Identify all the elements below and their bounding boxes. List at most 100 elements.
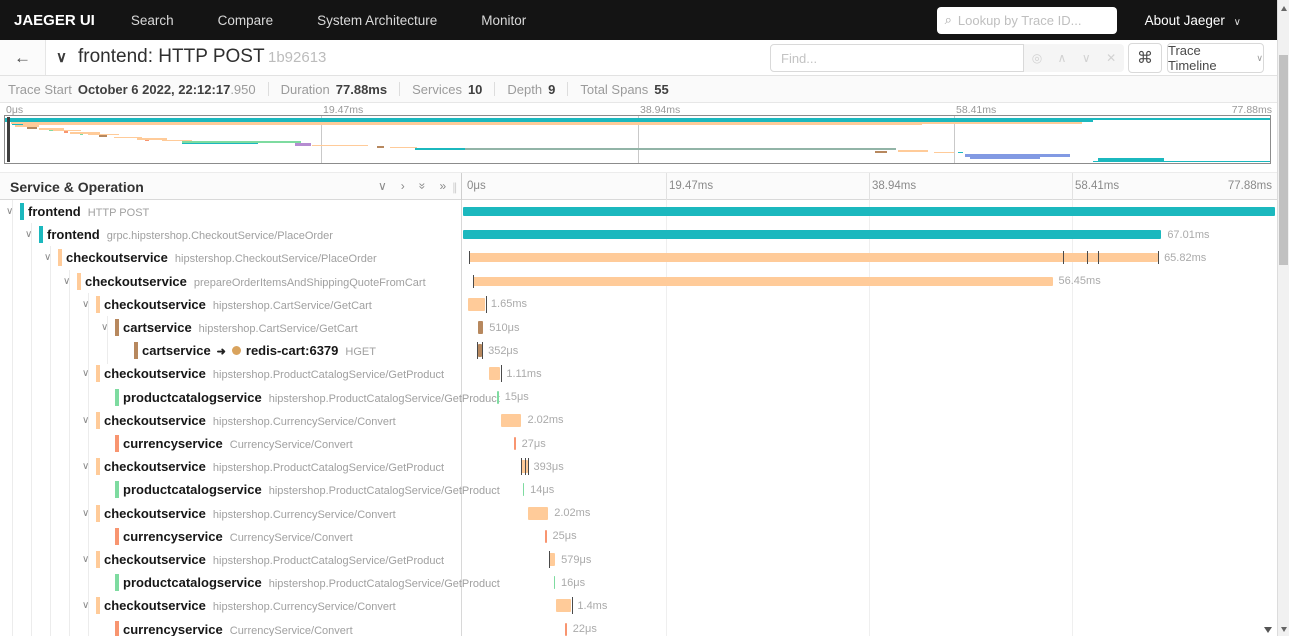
find-box[interactable] [770,44,1024,72]
service-label: checkoutservice [104,296,206,312]
collapse-all-icon[interactable]: » [415,183,429,190]
span-duration-label: 27μs [521,437,546,450]
span-row[interactable]: currencyservice CurrencyService/Convert 25… [0,525,1277,548]
nav-item-search[interactable]: Search [109,13,196,28]
scrollbar-thumb[interactable] [1279,55,1288,265]
clear-search-icon[interactable]: ✕ [1106,51,1116,65]
span-row[interactable]: ∨ checkoutservice hipstershop.CartService/… [0,293,1277,316]
about-jaeger-menu[interactable]: About Jaeger ∨ [1145,13,1241,28]
span-row[interactable]: ∨ checkoutservice hipstershop.ProductCatal… [0,455,1277,478]
row-expander-chevron-icon[interactable]: ∨ [82,461,89,472]
span-row[interactable]: ∨ checkoutservice hipstershop.ProductCatal… [0,548,1277,571]
trace-view-selector[interactable]: Trace Timeline ∨ [1167,43,1264,73]
scroll-up-icon[interactable] [1281,6,1287,11]
row-expander-chevron-icon[interactable]: ∨ [63,276,70,287]
span-duration-bar[interactable] [522,483,525,497]
span-row[interactable]: ∨ checkoutservice hipstershop.CurrencyServ… [0,409,1277,432]
span-duration-bar[interactable] [549,553,556,566]
nav-item-system-architecture[interactable]: System Architecture [295,13,459,28]
chevron-down-icon: ∨ [1256,52,1263,63]
span-row[interactable]: ∨ frontend grpc.hipstershop.CheckoutServic… [0,223,1277,246]
minimap-canvas[interactable] [4,115,1271,164]
service-label: cartservice [123,320,192,335]
service-label: cartservice [142,343,211,359]
nav-item-monitor[interactable]: Monitor [459,13,548,28]
summary-separator [267,82,269,96]
summary-separator [399,82,401,96]
span-duration-bar[interactable] [514,437,516,450]
span-duration-bar[interactable] [497,390,499,404]
back-button[interactable]: ← [0,40,46,75]
minimap-span-segment [312,144,369,147]
row-expander-chevron-icon[interactable]: ∨ [44,252,51,263]
window-scrollbar[interactable] [1277,0,1289,636]
span-duration-bar[interactable] [556,599,572,613]
nav-item-compare[interactable]: Compare [196,13,296,28]
span-duration-bar[interactable] [467,297,485,311]
span-duration-bar[interactable] [527,506,549,520]
timeline-scroll-down-icon[interactable] [1264,627,1272,633]
span-row[interactable]: currencyservice CurrencyService/Convert 22… [0,618,1277,636]
span-duration-bar[interactable] [501,413,522,427]
row-expander-chevron-icon[interactable]: ∨ [25,229,32,240]
minimap-span-segment [389,146,418,149]
span-duration-bar[interactable] [565,622,567,636]
span-row[interactable]: currencyservice CurrencyService/Convert 27… [0,432,1277,455]
next-match-icon[interactable]: ∨ [1082,51,1091,65]
span-row[interactable]: productcatalogservice hipstershop.Product… [0,571,1277,594]
span-duration-bar[interactable] [463,207,1275,216]
trace-id-lookup-input[interactable] [957,12,1098,28]
span-row[interactable]: ∨ checkoutservice hipstershop.ProductCatal… [0,362,1277,385]
trace-id-lookup[interactable]: ⌕ [936,6,1117,34]
row-expander-chevron-icon[interactable]: ∨ [82,600,89,611]
columns-header: Service & Operation ∨ › » » ∥ 0μs 19.47ms… [0,172,1289,200]
span-duration-bar[interactable] [477,344,483,358]
collapse-one-icon[interactable]: ∨ [378,179,387,193]
service-name: checkoutservice hipstershop.CartService/G… [104,297,372,312]
summary-value: 9 [548,81,556,97]
service-label: currencyservice [123,436,223,451]
brand-jaeger-ui[interactable]: JAEGER UI [0,12,109,29]
service-name: productcatalogservice hipstershop.Product… [123,575,500,590]
span-row[interactable]: ∨ checkoutservice hipstershop.CurrencyServ… [0,502,1277,525]
row-expander-chevron-icon[interactable]: ∨ [82,299,89,310]
service-label: productcatalogservice [123,575,262,591]
minimap-drag-handle[interactable] [7,117,10,162]
span-duration-bar[interactable] [468,253,1159,263]
row-expander-chevron-icon[interactable]: ∨ [6,206,13,217]
find-input[interactable] [781,50,1011,66]
expand-one-icon[interactable]: › [401,179,405,193]
row-expander-chevron-icon[interactable]: ∨ [101,322,108,333]
span-row[interactable]: ∨ frontend HTTP POST [0,200,1277,223]
span-row[interactable]: ∨ checkoutservice hipstershop.CheckoutServ… [0,246,1277,269]
span-row[interactable]: ∨ checkoutservice prepareOrderItemsAndShip… [0,270,1277,293]
span-duration-bar[interactable] [463,230,1162,240]
expand-all-icon[interactable]: » [439,179,446,193]
timeline-tick-label: 38.94ms [872,180,917,192]
span-log-marker [472,274,474,288]
span-row[interactable]: cartservice ➜ redis-cart:6379 HGET 352μs [0,339,1277,362]
row-expander-chevron-icon[interactable]: ∨ [82,415,89,426]
panel-resize-grip[interactable]: ∥ [452,181,459,194]
row-expander-chevron-icon[interactable]: ∨ [82,554,89,565]
span-row[interactable]: ∨ checkoutservice hipstershop.CurrencyServ… [0,594,1277,617]
collapse-trace-caret[interactable]: ∨ [56,48,67,66]
service-color-chip [115,481,119,499]
span-row[interactable]: productcatalogservice hipstershop.Product… [0,386,1277,409]
scroll-down-icon[interactable] [1281,627,1287,632]
keyboard-shortcuts-button[interactable]: ⌘ [1128,43,1162,73]
prev-match-icon[interactable]: ∧ [1058,51,1067,65]
span-duration-bar[interactable] [488,367,501,381]
row-expander-chevron-icon[interactable]: ∨ [82,368,89,379]
span-row[interactable]: productcatalogservice hipstershop.Product… [0,478,1277,501]
service-color-chip [39,226,43,244]
span-duration-bar[interactable] [472,276,1053,286]
span-duration-bar[interactable] [545,529,547,543]
span-row[interactable]: ∨ cartservice hipstershop.CartService/GetC… [0,316,1277,339]
service-label: currencyservice [123,528,223,544]
focus-match-icon[interactable]: ◎ [1032,51,1042,65]
span-duration-bar[interactable] [478,321,484,334]
minimap-span-segment [933,151,954,154]
span-duration-bar[interactable] [553,576,556,590]
row-expander-chevron-icon[interactable]: ∨ [82,508,89,519]
